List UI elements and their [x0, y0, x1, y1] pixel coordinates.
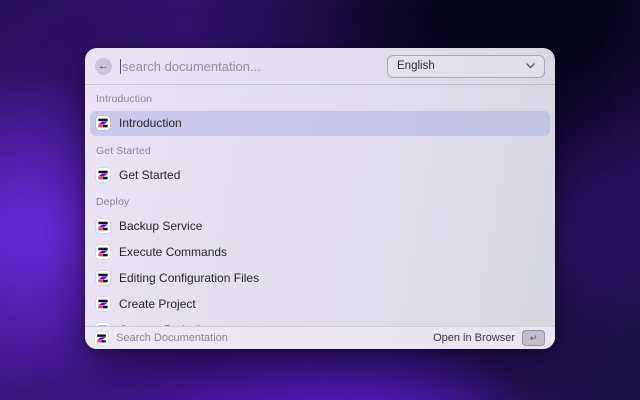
list-item[interactable]: Create Project — [90, 292, 550, 317]
footer-brand-label: Search Documentation — [116, 332, 425, 344]
zeabur-logo-icon — [95, 332, 108, 345]
list-item-label: Execute Commands — [119, 245, 227, 259]
search-documentation-dialog: ← English Introduction Introduction Get St… — [85, 48, 555, 349]
list-item-label: Introduction — [119, 116, 182, 130]
list-item[interactable]: Get Started — [90, 162, 550, 187]
zeabur-logo-icon — [96, 116, 110, 130]
text-caret — [120, 59, 121, 74]
section-label: Introduction — [85, 85, 555, 111]
section-label: Deploy — [85, 188, 555, 214]
open-in-browser-button[interactable]: Open in Browser ↵ — [433, 330, 545, 346]
list-item-label: Editing Configuration Files — [119, 271, 259, 285]
back-arrow-icon: ← — [98, 58, 109, 75]
list-item-label: Create Project — [119, 297, 196, 311]
section: Get Started Get Started — [85, 137, 555, 188]
open-in-browser-label: Open in Browser — [433, 332, 515, 344]
list-item[interactable]: Custom Prebuilt — [90, 318, 550, 326]
zeabur-logo-icon — [96, 168, 110, 182]
back-button[interactable]: ← — [95, 58, 112, 75]
search-input[interactable] — [122, 59, 379, 74]
results-list: IntroductionIntroductionGet StartedGet S… — [85, 85, 555, 326]
list-item-label: Backup Service — [119, 219, 202, 233]
list-item[interactable]: Introduction — [90, 111, 550, 136]
zeabur-logo-icon — [96, 245, 110, 259]
dialog-footer: Search Documentation Open in Browser ↵ — [85, 326, 555, 349]
language-select[interactable]: English — [387, 55, 545, 78]
search-field-wrap — [120, 59, 379, 74]
section: Deploy Backup Service Execute Commands Edit… — [85, 188, 555, 326]
list-item[interactable]: Editing Configuration Files — [90, 266, 550, 291]
section-label: Get Started — [85, 137, 555, 163]
section: Introduction Introduction — [85, 85, 555, 136]
list-item-label: Get Started — [119, 168, 180, 182]
zeabur-logo-icon — [96, 271, 110, 285]
enter-key-icon: ↵ — [522, 330, 545, 346]
zeabur-logo-icon — [96, 219, 110, 233]
dialog-header: ← English — [85, 48, 555, 85]
zeabur-logo-icon — [96, 297, 110, 311]
list-item[interactable]: Backup Service — [90, 214, 550, 239]
list-item[interactable]: Execute Commands — [90, 240, 550, 265]
language-select-value: English — [397, 60, 435, 72]
chevron-down-icon — [526, 63, 535, 69]
